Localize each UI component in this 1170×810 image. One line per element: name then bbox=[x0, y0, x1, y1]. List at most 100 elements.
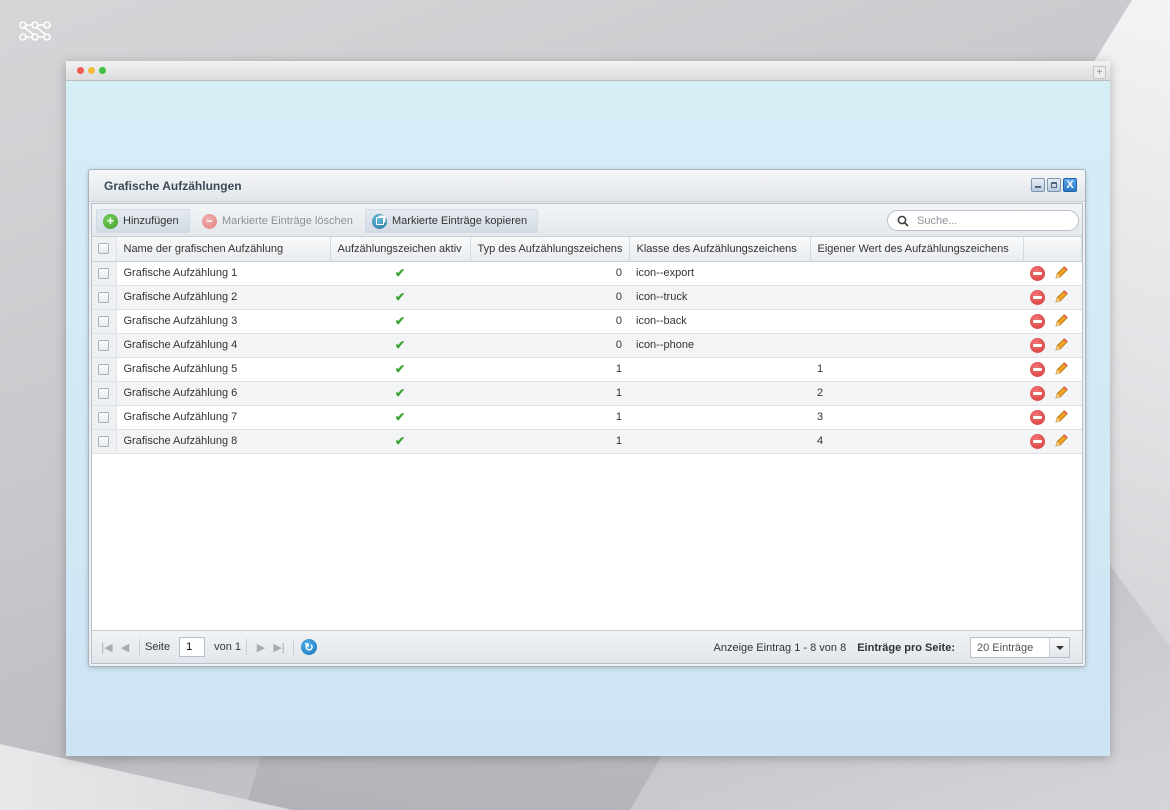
cell-value bbox=[810, 261, 1023, 286]
delete-row-icon[interactable] bbox=[1030, 361, 1045, 377]
cell-class bbox=[629, 357, 810, 382]
display-info: Anzeige Eintrag 1 - 8 von 8 bbox=[713, 641, 847, 654]
delete-row-icon[interactable] bbox=[1030, 409, 1045, 425]
browser-maximize-button[interactable] bbox=[99, 67, 106, 74]
plus-icon: + bbox=[103, 213, 118, 229]
cell-type: 0 bbox=[470, 333, 629, 358]
first-page-icon[interactable]: |◀ bbox=[98, 641, 116, 654]
select-all-checkbox[interactable] bbox=[98, 243, 109, 255]
table-row[interactable]: Grafische Aufzählung 8 ✔ 1 4 bbox=[92, 429, 1082, 454]
window-minimize-button[interactable] bbox=[1031, 178, 1045, 192]
edit-pencil-icon[interactable] bbox=[1053, 409, 1069, 425]
row-select-cell bbox=[92, 381, 117, 406]
search-input[interactable] bbox=[915, 213, 1065, 228]
table-row[interactable]: Grafische Aufzählung 4 ✔ 0 icon--phone bbox=[92, 333, 1082, 358]
cell-type: 0 bbox=[470, 309, 629, 334]
cell-value: 2 bbox=[810, 381, 1023, 406]
cell-value: 4 bbox=[810, 429, 1023, 454]
new-tab-button[interactable]: + bbox=[1093, 66, 1106, 79]
column-header-type[interactable]: Typ des Aufzählungszeichens bbox=[470, 237, 630, 262]
row-checkbox[interactable] bbox=[98, 267, 109, 279]
column-header-active[interactable]: Aufzählungszeichen aktiv bbox=[330, 237, 471, 262]
refresh-icon[interactable]: ↻ bbox=[301, 639, 317, 655]
cell-actions bbox=[1023, 261, 1082, 286]
cell-active: ✔ bbox=[330, 285, 470, 310]
cell-class: icon--back bbox=[629, 309, 810, 334]
cell-type: 1 bbox=[470, 429, 629, 454]
cell-class: icon--truck bbox=[629, 285, 810, 310]
toolbar: + Hinzufügen − Markierte Einträge lösche… bbox=[92, 204, 1082, 237]
row-checkbox[interactable] bbox=[98, 339, 109, 351]
table-row[interactable]: Grafische Aufzählung 2 ✔ 0 icon--truck bbox=[92, 285, 1082, 310]
cell-value bbox=[810, 309, 1023, 334]
delete-row-icon[interactable] bbox=[1030, 385, 1045, 401]
delete-row-icon[interactable] bbox=[1030, 337, 1045, 353]
row-checkbox[interactable] bbox=[98, 387, 109, 399]
row-checkbox[interactable] bbox=[98, 291, 109, 303]
column-header-name[interactable]: Name der grafischen Aufzählung bbox=[116, 237, 331, 262]
edit-pencil-icon[interactable] bbox=[1053, 265, 1069, 281]
delete-row-icon[interactable] bbox=[1030, 433, 1045, 449]
delete-selected-button[interactable]: − Markierte Einträge löschen bbox=[196, 209, 363, 233]
delete-button-label: Markierte Einträge löschen bbox=[222, 215, 353, 227]
minus-icon: − bbox=[202, 213, 217, 229]
checkmark-icon: ✔ bbox=[394, 314, 406, 328]
table-row[interactable]: Grafische Aufzählung 5 ✔ 1 1 bbox=[92, 357, 1082, 382]
checkmark-icon: ✔ bbox=[394, 410, 406, 424]
table-row[interactable]: Grafische Aufzählung 3 ✔ 0 icon--back bbox=[92, 309, 1082, 334]
table-row[interactable]: Grafische Aufzählung 1 ✔ 0 icon--export bbox=[92, 261, 1082, 286]
cell-active: ✔ bbox=[330, 261, 470, 286]
edit-pencil-icon[interactable] bbox=[1053, 361, 1069, 377]
cell-type: 1 bbox=[470, 357, 629, 382]
window-maximize-button[interactable] bbox=[1047, 178, 1061, 192]
delete-row-icon[interactable] bbox=[1030, 289, 1045, 305]
column-header-actions bbox=[1023, 237, 1082, 262]
per-page-select[interactable]: 20 Einträge bbox=[970, 637, 1070, 658]
edit-pencil-icon[interactable] bbox=[1053, 337, 1069, 353]
add-button-label: Hinzufügen bbox=[123, 215, 179, 227]
row-checkbox[interactable] bbox=[98, 435, 109, 447]
row-checkbox[interactable] bbox=[98, 315, 109, 327]
window-close-button[interactable]: X bbox=[1063, 178, 1077, 192]
cell-value: 3 bbox=[810, 405, 1023, 430]
search-box bbox=[887, 210, 1079, 231]
edit-pencil-icon[interactable] bbox=[1053, 313, 1069, 329]
column-header-value[interactable]: Eigener Wert des Aufzählungszeichens bbox=[810, 237, 1024, 262]
copy-selected-button[interactable]: Markierte Einträge kopieren bbox=[365, 209, 539, 233]
cell-value bbox=[810, 333, 1023, 358]
browser-minimize-button[interactable] bbox=[88, 67, 95, 74]
edit-pencil-icon[interactable] bbox=[1053, 289, 1069, 305]
delete-row-icon[interactable] bbox=[1030, 313, 1045, 329]
cell-actions bbox=[1023, 309, 1082, 334]
cell-type: 1 bbox=[470, 405, 629, 430]
cell-actions bbox=[1023, 429, 1082, 454]
page-number-input[interactable] bbox=[179, 637, 206, 657]
chevron-down-icon[interactable] bbox=[1049, 638, 1069, 657]
row-checkbox[interactable] bbox=[98, 363, 109, 375]
row-select-cell bbox=[92, 333, 117, 358]
last-page-icon[interactable]: ▶| bbox=[270, 641, 288, 654]
cell-name: Grafische Aufzählung 7 bbox=[116, 405, 330, 430]
delete-row-icon[interactable] bbox=[1030, 265, 1045, 281]
edit-pencil-icon[interactable] bbox=[1053, 385, 1069, 401]
table-row[interactable]: Grafische Aufzählung 6 ✔ 1 2 bbox=[92, 381, 1082, 406]
table-row[interactable]: Grafische Aufzählung 7 ✔ 1 3 bbox=[92, 405, 1082, 430]
add-button[interactable]: + Hinzufügen bbox=[96, 209, 190, 233]
cell-name: Grafische Aufzählung 8 bbox=[116, 429, 330, 454]
cell-class bbox=[629, 381, 810, 406]
page-label: Seite bbox=[145, 641, 171, 653]
select-all-header bbox=[92, 237, 117, 262]
cell-active: ✔ bbox=[330, 405, 470, 430]
column-header-class[interactable]: Klasse des Aufzählungszeichens bbox=[629, 237, 811, 262]
row-select-cell bbox=[92, 429, 117, 454]
prev-page-icon[interactable]: ◀ bbox=[116, 641, 134, 654]
row-checkbox[interactable] bbox=[98, 411, 109, 423]
cell-name: Grafische Aufzählung 6 bbox=[116, 381, 330, 406]
browser-close-button[interactable] bbox=[77, 67, 84, 74]
cell-active: ✔ bbox=[330, 381, 470, 406]
cell-active: ✔ bbox=[330, 333, 470, 358]
next-page-icon[interactable]: ▶ bbox=[252, 641, 270, 654]
edit-pencil-icon[interactable] bbox=[1053, 433, 1069, 449]
cell-actions bbox=[1023, 333, 1082, 358]
cell-name: Grafische Aufzählung 2 bbox=[116, 285, 330, 310]
